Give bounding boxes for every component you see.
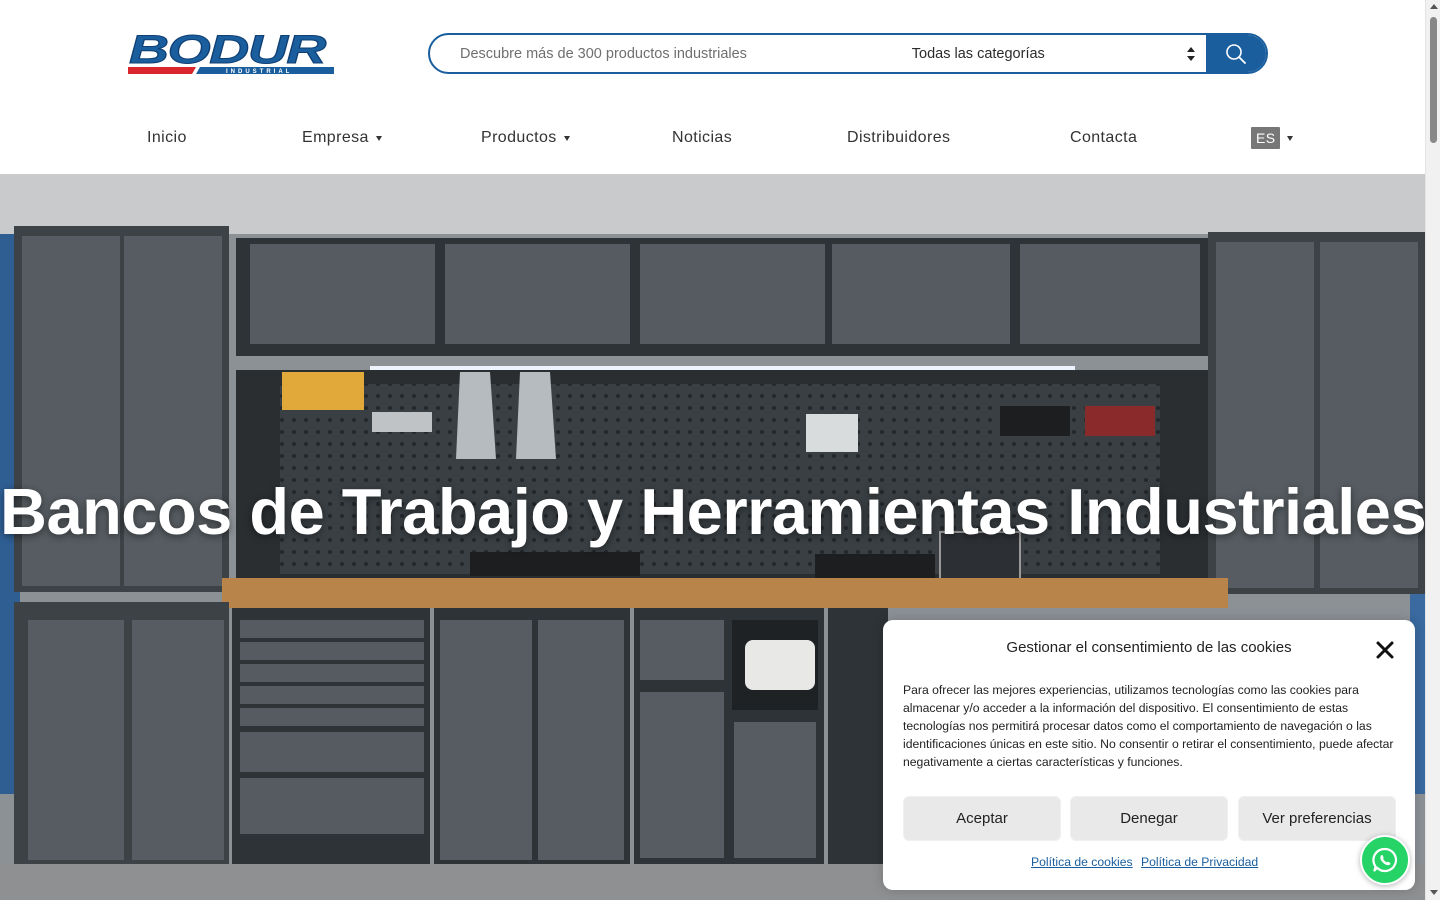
whatsapp-icon bbox=[1372, 847, 1398, 873]
category-select[interactable]: Todas las categorías bbox=[892, 35, 1207, 72]
nav-item-contacta[interactable]: Contacta bbox=[1070, 120, 1137, 156]
category-select-value: Todas las categorías bbox=[911, 45, 1045, 62]
scroll-thumb[interactable] bbox=[1430, 17, 1437, 143]
nav-item-productos[interactable]: Productos bbox=[481, 120, 570, 156]
select-arrows-icon bbox=[1187, 47, 1196, 61]
nav-item-label: Noticias bbox=[672, 129, 733, 146]
accept-button[interactable]: Aceptar bbox=[903, 796, 1061, 841]
nav-item-label: Inicio bbox=[147, 129, 187, 146]
main-nav: Inicio Empresa Productos Noticias Distri… bbox=[0, 120, 1425, 156]
nav-item-label: Empresa bbox=[302, 129, 369, 146]
logo-mark: BODUR INDUSTRIAL bbox=[128, 28, 334, 75]
cookies-policy-link[interactable]: Política de cookies bbox=[1031, 855, 1133, 869]
privacy-policy-link[interactable]: Política de Privacidad bbox=[1141, 855, 1258, 869]
search-icon bbox=[1226, 43, 1247, 64]
search-button[interactable] bbox=[1206, 35, 1266, 72]
view-preferences-button[interactable]: Ver preferencias bbox=[1238, 796, 1396, 841]
nav-item-noticias[interactable]: Noticias bbox=[672, 120, 732, 156]
hero-title: Bancos de Trabajo y Herramientas Industr… bbox=[0, 475, 1425, 548]
caret-down-icon bbox=[563, 136, 570, 141]
cookie-dialog-body: Para ofrecer las mejores experiencias, u… bbox=[903, 683, 1394, 769]
brand-logo[interactable]: BODUR INDUSTRIAL bbox=[128, 28, 334, 76]
svg-text:INDUSTRIAL: INDUSTRIAL bbox=[226, 69, 292, 75]
site-header: BODUR INDUSTRIAL Todas las categorías In… bbox=[0, 0, 1425, 174]
nav-item-distribuidores[interactable]: Distribuidores bbox=[847, 120, 950, 156]
cookie-dialog-title: Gestionar el consentimiento de las cooki… bbox=[1006, 639, 1292, 656]
nav-item-inicio[interactable]: Inicio bbox=[147, 120, 187, 156]
scroll-up-arrow-icon[interactable] bbox=[1430, 4, 1438, 9]
search-input[interactable] bbox=[430, 35, 892, 72]
language-badge: ES bbox=[1251, 127, 1281, 149]
deny-button[interactable]: Denegar bbox=[1070, 796, 1228, 841]
whatsapp-button[interactable] bbox=[1360, 835, 1410, 885]
search-bar: Todas las categorías bbox=[428, 33, 1268, 74]
close-icon[interactable] bbox=[1375, 640, 1395, 660]
caret-down-icon bbox=[1287, 136, 1294, 141]
language-switcher[interactable]: ES bbox=[1251, 120, 1294, 156]
nav-item-label: Contacta bbox=[1070, 129, 1138, 146]
cookie-consent-dialog: Gestionar el consentimiento de las cooki… bbox=[883, 620, 1415, 890]
page-scrollbar[interactable] bbox=[1425, 0, 1440, 900]
caret-down-icon bbox=[375, 136, 382, 141]
nav-item-label: Productos bbox=[481, 129, 557, 146]
scroll-down-arrow-icon[interactable] bbox=[1430, 890, 1438, 895]
svg-text:BODUR: BODUR bbox=[129, 30, 327, 72]
nav-item-label: Distribuidores bbox=[847, 129, 951, 146]
nav-item-empresa[interactable]: Empresa bbox=[302, 120, 382, 156]
